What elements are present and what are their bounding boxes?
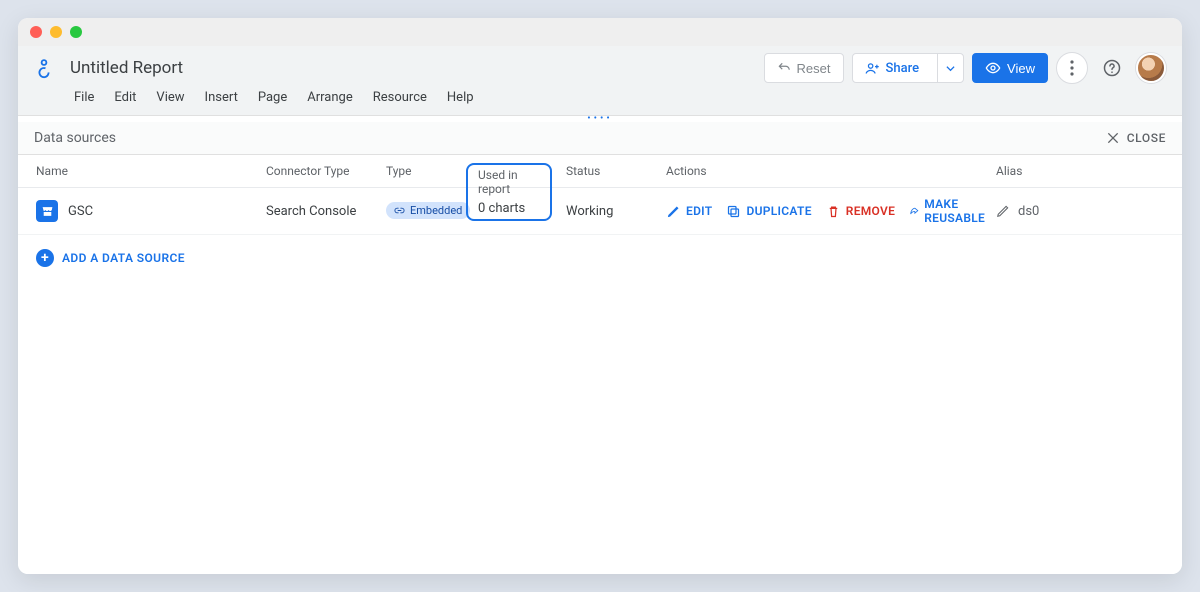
help-icon — [1102, 58, 1122, 78]
table-header-row: Name Connector Type Type . Status Action… — [18, 155, 1182, 188]
menu-edit[interactable]: Edit — [106, 86, 144, 109]
col-connector: Connector Type — [262, 155, 382, 187]
eye-icon — [985, 60, 1001, 76]
undo-icon — [777, 61, 791, 75]
cell-used: 0 charts — [478, 201, 540, 216]
cell-used-wrapper: Used in report 0 charts — [482, 191, 562, 231]
cell-status: Working — [562, 195, 662, 228]
col-actions: Actions — [662, 155, 992, 187]
panel-close-label: CLOSE — [1127, 131, 1166, 145]
menu-help[interactable]: Help — [439, 86, 482, 109]
row-name: GSC — [68, 204, 93, 219]
top-bar: Untitled Report Reset Share — [18, 46, 1182, 86]
table-row: GSC Search Console Embedded Used in repo… — [18, 188, 1182, 235]
menu-insert[interactable]: Insert — [197, 86, 246, 109]
pencil-outline-icon — [996, 204, 1010, 218]
share-arrow-icon — [909, 204, 919, 219]
alias-value: ds0 — [1018, 204, 1039, 219]
window-zoom-dot[interactable] — [70, 26, 82, 38]
menu-arrange[interactable]: Arrange — [299, 86, 360, 109]
person-add-icon — [865, 61, 880, 76]
help-button[interactable] — [1096, 52, 1128, 84]
col-status: Status — [562, 155, 662, 187]
menu-view[interactable]: View — [148, 86, 192, 109]
cell-alias[interactable]: ds0 — [992, 195, 1132, 228]
window-close-dot[interactable] — [30, 26, 42, 38]
embedded-chip: Embedded — [386, 202, 470, 219]
title-block: Untitled Report — [70, 59, 183, 78]
chevron-down-icon — [946, 64, 955, 73]
highlighted-column: Used in report 0 charts — [466, 163, 552, 221]
make-reusable-action[interactable]: MAKE REUSABLE — [909, 197, 990, 225]
menu-file[interactable]: File — [66, 86, 102, 109]
chip-label: Embedded — [410, 204, 462, 217]
share-dropdown-caret[interactable] — [937, 54, 963, 82]
document-title[interactable]: Untitled Report — [70, 59, 183, 78]
share-button[interactable]: Share — [852, 53, 965, 83]
looker-studio-icon — [33, 57, 55, 79]
menu-resource[interactable]: Resource — [365, 86, 435, 109]
pencil-icon — [666, 204, 681, 219]
add-data-source-button[interactable]: + ADD A DATA SOURCE — [18, 235, 1182, 281]
app-logo — [30, 54, 58, 82]
top-right-actions: Reset Share View — [764, 52, 1166, 84]
edit-action[interactable]: EDIT — [666, 204, 712, 219]
menu-bar: File Edit View Insert Page Arrange Resou… — [18, 86, 1182, 116]
cell-actions: EDIT DUPLICATE REMOVE MAKE REUSABLE — [662, 188, 992, 234]
col-alias: Alias — [992, 155, 1132, 187]
panel-title: Data sources — [34, 130, 116, 146]
plus-circle-icon: + — [36, 249, 54, 267]
duplicate-label: DUPLICATE — [746, 204, 811, 218]
user-avatar[interactable] — [1136, 53, 1166, 83]
link-icon — [394, 205, 405, 216]
cell-name[interactable]: GSC — [32, 191, 262, 231]
panel-close-button[interactable]: CLOSE — [1105, 130, 1166, 146]
more-options-button[interactable] — [1056, 52, 1088, 84]
close-icon — [1105, 130, 1121, 146]
duplicate-action[interactable]: DUPLICATE — [726, 204, 811, 219]
trash-icon — [826, 204, 841, 219]
col-name: Name — [32, 155, 262, 187]
col-used-header: Used in report — [478, 168, 540, 196]
grip-dots-icon: •••• — [587, 117, 613, 121]
copy-icon — [726, 204, 741, 219]
share-label: Share — [886, 61, 920, 76]
edit-label: EDIT — [686, 204, 712, 218]
store-icon — [41, 205, 54, 218]
add-data-source-label: ADD A DATA SOURCE — [62, 251, 185, 265]
panel-header: Data sources CLOSE — [18, 122, 1182, 155]
reset-label: Reset — [797, 61, 831, 76]
reset-button[interactable]: Reset — [764, 53, 844, 83]
more-vert-icon — [1070, 60, 1074, 76]
window-minimize-dot[interactable] — [50, 26, 62, 38]
app-window: Untitled Report Reset Share — [18, 18, 1182, 574]
menu-page[interactable]: Page — [250, 86, 295, 109]
remove-action[interactable]: REMOVE — [826, 204, 895, 219]
view-button[interactable]: View — [972, 53, 1048, 83]
remove-label: REMOVE — [846, 204, 895, 218]
view-label: View — [1007, 61, 1035, 76]
window-titlebar — [18, 18, 1182, 46]
reusable-label: MAKE REUSABLE — [924, 197, 990, 225]
datasource-icon — [36, 200, 58, 222]
data-sources-table: Name Connector Type Type . Status Action… — [18, 155, 1182, 574]
cell-connector: Search Console — [262, 195, 382, 228]
